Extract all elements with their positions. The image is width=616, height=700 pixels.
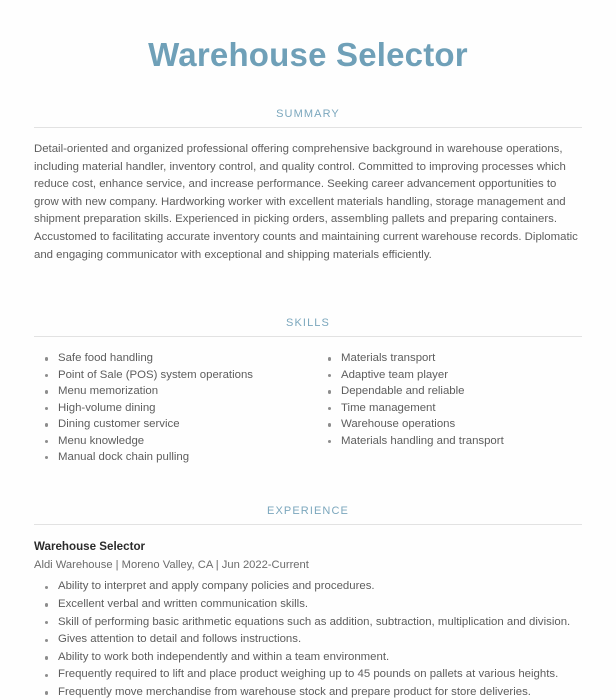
- list-item: Frequently required to lift and place pr…: [34, 666, 582, 684]
- summary-body-text: Detail-oriented and organized profession…: [34, 142, 578, 261]
- list-item: Ability to work both independently and w…: [34, 649, 582, 667]
- section-heading-summary: SUMMARY: [276, 107, 340, 120]
- list-item: Frequently move merchandise from warehou…: [34, 684, 582, 700]
- skills-column-right: Materials transport Adaptive team player…: [308, 350, 582, 465]
- list-item: Manual dock chain pulling: [34, 449, 308, 465]
- job-responsibility-list: Ability to interpret and apply company p…: [34, 578, 582, 700]
- resume-page: Warehouse Selector SUMMARY Detail-orient…: [0, 0, 616, 700]
- section-experience: EXPERIENCE Warehouse Selector Aldi Wareh…: [34, 505, 582, 700]
- experience-entry: Warehouse Selector Aldi Warehouse | More…: [34, 539, 582, 700]
- list-item: Point of Sale (POS) system operations: [34, 367, 308, 383]
- list-item: Warehouse operations: [317, 416, 582, 432]
- list-item: Materials handling and transport: [317, 433, 582, 449]
- list-item: Materials transport: [317, 350, 582, 366]
- list-item: Excellent verbal and written communicati…: [34, 596, 582, 614]
- summary-spacer: [34, 275, 582, 317]
- list-item: Adaptive team player: [317, 367, 582, 383]
- skills-columns: Safe food handling Point of Sale (POS) s…: [34, 350, 582, 465]
- skills-list-left: Safe food handling Point of Sale (POS) s…: [34, 350, 308, 465]
- section-heading-experience: EXPERIENCE: [267, 505, 349, 518]
- list-item: Menu knowledge: [34, 433, 308, 449]
- job-meta: Aldi Warehouse | Moreno Valley, CA | Jun…: [34, 559, 309, 572]
- list-item: Time management: [317, 400, 582, 416]
- section-divider-summary: [34, 126, 582, 128]
- list-item: Skill of performing basic arithmetic equ…: [34, 614, 582, 632]
- skills-list-right: Materials transport Adaptive team player…: [317, 350, 582, 448]
- section-divider-skills: [34, 336, 582, 338]
- section-heading-skills: SKILLS: [286, 317, 330, 330]
- section-divider-experience: [34, 524, 582, 526]
- job-title: Warehouse Selector: [34, 540, 146, 554]
- list-item: Dining customer service: [34, 416, 308, 432]
- skills-spacer: [34, 465, 582, 505]
- list-item: Menu memorization: [34, 383, 308, 399]
- section-skills: SKILLS Safe food handling Point of Sale …: [34, 317, 582, 465]
- section-summary: SUMMARY Detail-oriented and organized pr…: [34, 108, 582, 264]
- page-title: Warehouse Selector: [148, 36, 468, 73]
- title-spacer: [34, 74, 582, 108]
- list-item: Dependable and reliable: [317, 383, 582, 399]
- list-item: Gives attention to detail and follows in…: [34, 631, 582, 649]
- list-item: Ability to interpret and apply company p…: [34, 578, 582, 596]
- skills-column-left: Safe food handling Point of Sale (POS) s…: [34, 350, 308, 465]
- list-item: Safe food handling: [34, 350, 308, 366]
- list-item: High-volume dining: [34, 400, 308, 416]
